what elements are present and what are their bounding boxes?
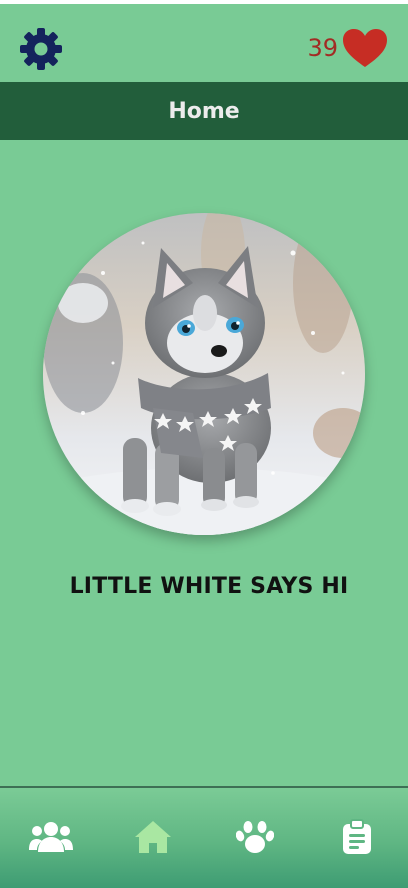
paw-icon <box>236 821 274 853</box>
husky-puppy-image <box>43 213 365 535</box>
likes-counter[interactable]: 39 <box>307 28 388 68</box>
likes-count: 39 <box>307 34 338 62</box>
pet-photo <box>43 213 365 535</box>
users-icon <box>29 822 73 852</box>
home-icon <box>135 821 171 853</box>
home-screen: 39 Home LITTLE WHITE SAYS HI <box>0 0 408 888</box>
settings-button[interactable] <box>16 24 66 74</box>
top-bar: 39 <box>0 4 408 82</box>
nav-item-tasks[interactable] <box>327 807 387 867</box>
nav-item-home[interactable] <box>123 807 183 867</box>
heart-icon <box>343 29 387 67</box>
nav-item-friends[interactable] <box>21 807 81 867</box>
page-title: Home <box>168 98 240 124</box>
bottom-nav <box>0 786 408 888</box>
nav-item-pets[interactable] <box>225 807 285 867</box>
page-header: Home <box>0 82 408 140</box>
gear-icon <box>20 28 62 70</box>
pet-greeting: LITTLE WHITE SAYS HI <box>69 574 349 599</box>
clipboard-icon <box>343 819 371 854</box>
